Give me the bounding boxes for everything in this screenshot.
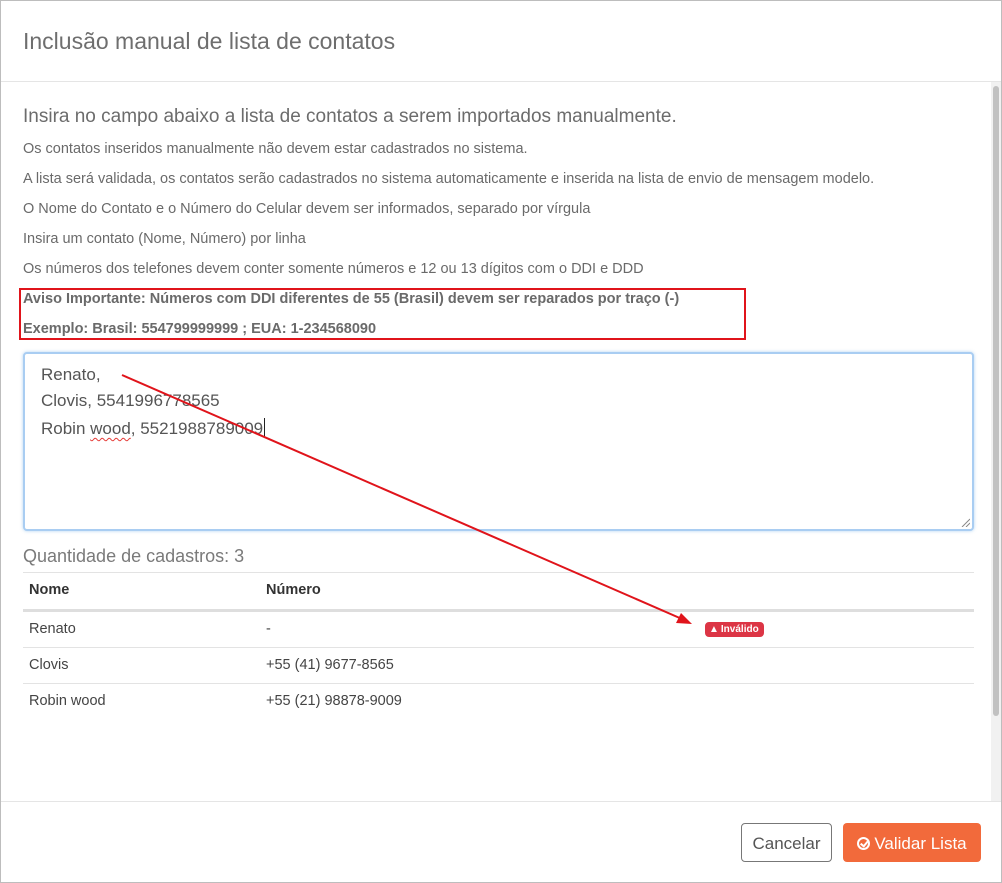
cell-name: Clovis — [29, 657, 69, 673]
contacts-textarea[interactable]: Renato, Clovis, 5541996778565 Robin wood… — [23, 352, 974, 531]
spellcheck-word: wood — [90, 419, 131, 438]
cell-number: - — [266, 621, 271, 637]
cancel-button[interactable]: Cancelar — [741, 823, 832, 862]
cell-name: Robin wood — [29, 693, 106, 709]
cell-name: Renato — [29, 621, 76, 637]
modal-scrollbar[interactable] — [991, 82, 1001, 801]
table-row: Robin wood +55 (21) 98878-9009 — [23, 684, 974, 719]
instruction-line: O Nome do Contato e o Número do Celular … — [23, 201, 591, 217]
column-header-number: Número — [266, 582, 321, 598]
modal-dialog: Inclusão manual de lista de contatos Ins… — [0, 0, 1002, 883]
text-caret — [264, 418, 266, 438]
scrollbar-thumb[interactable] — [993, 86, 999, 716]
modal-title: Inclusão manual de lista de contatos — [23, 28, 396, 54]
validate-list-button[interactable]: Validar Lista — [843, 823, 981, 862]
modal-footer: Cancelar Validar Lista — [1, 801, 1001, 883]
check-circle-icon — [857, 837, 871, 850]
textarea-line: Clovis, 5541996778565 — [41, 391, 220, 410]
modal-header: Inclusão manual de lista de contatos — [1, 1, 1001, 82]
cell-number: +55 (41) 9677-8565 — [266, 657, 394, 673]
table-header: Nome Número — [23, 572, 974, 612]
instruction-line: A lista será validada, os contatos serão… — [23, 171, 875, 187]
instruction-line: Insira um contato (Nome, Número) por lin… — [23, 231, 306, 247]
table-row: Clovis +55 (41) 9677-8565 — [23, 648, 974, 684]
column-header-name: Nome — [29, 582, 70, 598]
invalid-badge: ▲ Inválido — [705, 622, 764, 637]
contacts-count: Quantidade de cadastros: 3 — [23, 546, 245, 566]
contacts-table: Nome Número Renato - ▲ Inválido Clovis +5… — [23, 572, 974, 719]
annotation-highlight-box — [19, 288, 746, 340]
warning-triangle-icon: ▲ — [709, 624, 719, 635]
instruction-line: Os contatos inseridos manualmente não de… — [23, 141, 528, 157]
resize-handle-icon[interactable] — [960, 517, 970, 527]
textarea-line: Robin wood, 5521988789009 — [41, 418, 266, 438]
cell-number: +55 (21) 98878-9009 — [266, 693, 402, 709]
instructions-lead: Insira no campo abaixo a lista de contat… — [23, 106, 677, 127]
table-row: Renato - ▲ Inválido — [23, 612, 974, 648]
instruction-line: Os números dos telefones devem conter so… — [23, 261, 644, 277]
textarea-line: Renato, — [41, 365, 101, 384]
